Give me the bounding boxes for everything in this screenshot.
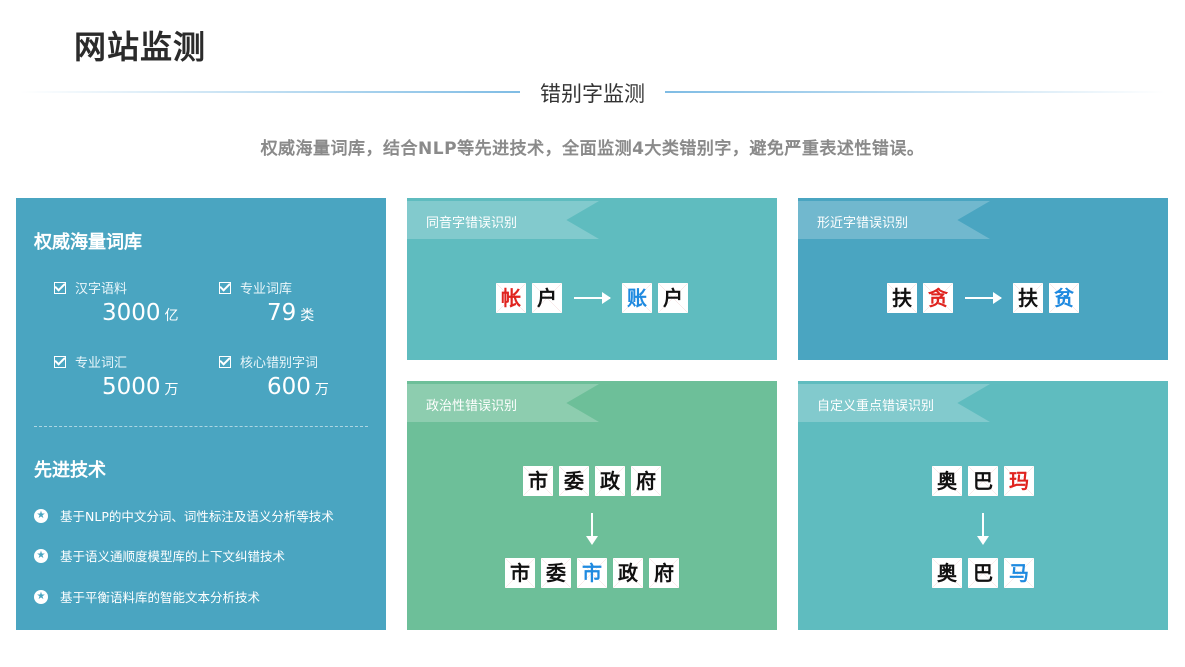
char: 委 bbox=[541, 558, 571, 588]
char-wrong: 玛 bbox=[1004, 466, 1034, 496]
char: 巴 bbox=[968, 466, 998, 496]
stat-unit: 类 bbox=[300, 308, 315, 324]
char-correct: 账 bbox=[622, 283, 652, 313]
checkbox-icon bbox=[54, 355, 66, 368]
lexicon-panel: 权威海量词库 汉字语料 3000 亿 专业词库 79 类 专业词汇 5000 万 核心… bbox=[16, 198, 386, 630]
tech-item-text: 基于语义通顺度模型库的上下文纠错技术 bbox=[60, 549, 286, 564]
checkbox-icon bbox=[219, 281, 231, 294]
checkbox-icon bbox=[54, 281, 66, 294]
card-similar-shape: 形近字错误识别 扶 贪 扶 贫 bbox=[798, 198, 1168, 360]
section-line-right bbox=[665, 91, 1165, 93]
section-subtitle: 权威海量词库，结合NLP等先进技术，全面监测4大类错别字，避免严重表述性错误。 bbox=[260, 139, 925, 159]
card-label: 同音字错误识别 bbox=[426, 216, 518, 231]
stat-value: 5000 bbox=[102, 374, 161, 400]
char: 扶 bbox=[887, 283, 917, 313]
arrow-right-icon bbox=[574, 292, 611, 304]
arrow-right-icon bbox=[965, 292, 1002, 304]
tech-item-text: 基于NLP的中文分词、词性标注及语义分析等技术 bbox=[60, 509, 334, 524]
section-line-left bbox=[20, 91, 520, 93]
panel-divider bbox=[34, 426, 368, 427]
page-title: 网站监测 bbox=[74, 28, 207, 66]
example-row-right: 市 委 市 政 府 bbox=[407, 558, 777, 588]
star-badge-icon: ★ bbox=[34, 508, 48, 523]
char-correct: 市 bbox=[577, 558, 607, 588]
section-header: 错别字监测 bbox=[20, 78, 1165, 106]
arrow-down-icon bbox=[977, 513, 989, 545]
char-wrong: 帐 bbox=[496, 283, 526, 313]
card-label: 政治性错误识别 bbox=[426, 399, 518, 414]
char: 委 bbox=[559, 466, 589, 496]
char-wrong: 贪 bbox=[923, 283, 953, 313]
section-title: 错别字监测 bbox=[540, 82, 645, 106]
char: 政 bbox=[613, 558, 643, 588]
example-row-wrong: 市 委 政 府 bbox=[407, 466, 777, 496]
char-correct: 贫 bbox=[1049, 283, 1079, 313]
stat-value: 79 bbox=[267, 300, 297, 326]
tech-item-text: 基于平衡语料库的智能文本分析技术 bbox=[60, 590, 261, 605]
arrow-down-icon bbox=[586, 513, 598, 545]
char: 扶 bbox=[1013, 283, 1043, 313]
example-row-right: 奥 巴 马 bbox=[798, 558, 1168, 588]
char: 巴 bbox=[968, 558, 998, 588]
char: 府 bbox=[631, 466, 661, 496]
char: 户 bbox=[658, 283, 688, 313]
char: 市 bbox=[505, 558, 535, 588]
stat-core-typos: 核心错别字词 600 万 bbox=[219, 352, 369, 400]
card-custom-key: 自定义重点错误识别 奥 巴 玛 奥 巴 马 bbox=[798, 381, 1168, 630]
stat-label: 汉字语料 bbox=[75, 282, 128, 297]
stat-value: 600 bbox=[267, 374, 311, 400]
card-label: 形近字错误识别 bbox=[817, 216, 909, 231]
star-badge-icon: ★ bbox=[34, 548, 48, 563]
char: 府 bbox=[649, 558, 679, 588]
checkbox-icon bbox=[219, 355, 231, 368]
tech-item: ★ 基于语义通顺度模型库的上下文纠错技术 bbox=[34, 546, 285, 565]
char-correct: 马 bbox=[1004, 558, 1034, 588]
stat-unit: 万 bbox=[314, 382, 329, 398]
tech-item: ★ 基于NLP的中文分词、词性标注及语义分析等技术 bbox=[34, 506, 334, 525]
char: 市 bbox=[523, 466, 553, 496]
tech-heading: 先进技术 bbox=[34, 460, 106, 481]
stat-unit: 亿 bbox=[164, 308, 179, 324]
star-badge-icon: ★ bbox=[34, 589, 48, 604]
char: 奥 bbox=[932, 558, 962, 588]
stat-professional-vocabulary: 专业词汇 5000 万 bbox=[54, 352, 204, 400]
stat-label: 专业词汇 bbox=[75, 356, 128, 371]
example-row: 扶 贪 扶 贫 bbox=[798, 283, 1168, 313]
card-political: 政治性错误识别 市 委 政 府 市 委 市 政 府 bbox=[407, 381, 777, 630]
stat-label: 核心错别字词 bbox=[240, 356, 319, 371]
tech-item: ★ 基于平衡语料库的智能文本分析技术 bbox=[34, 587, 260, 606]
card-homophone: 同音字错误识别 帐 户 账 户 bbox=[407, 198, 777, 360]
char: 政 bbox=[595, 466, 625, 496]
example-row: 帐 户 账 户 bbox=[407, 283, 777, 313]
card-label: 自定义重点错误识别 bbox=[817, 399, 935, 414]
example-row-wrong: 奥 巴 玛 bbox=[798, 466, 1168, 496]
lexicon-heading: 权威海量词库 bbox=[34, 232, 142, 253]
stat-unit: 万 bbox=[164, 382, 179, 398]
stat-label: 专业词库 bbox=[240, 282, 293, 297]
stat-professional-lexicon: 专业词库 79 类 bbox=[219, 278, 369, 326]
stat-value: 3000 bbox=[102, 300, 161, 326]
char: 奥 bbox=[932, 466, 962, 496]
stat-chinese-corpus: 汉字语料 3000 亿 bbox=[54, 278, 204, 326]
char: 户 bbox=[532, 283, 562, 313]
